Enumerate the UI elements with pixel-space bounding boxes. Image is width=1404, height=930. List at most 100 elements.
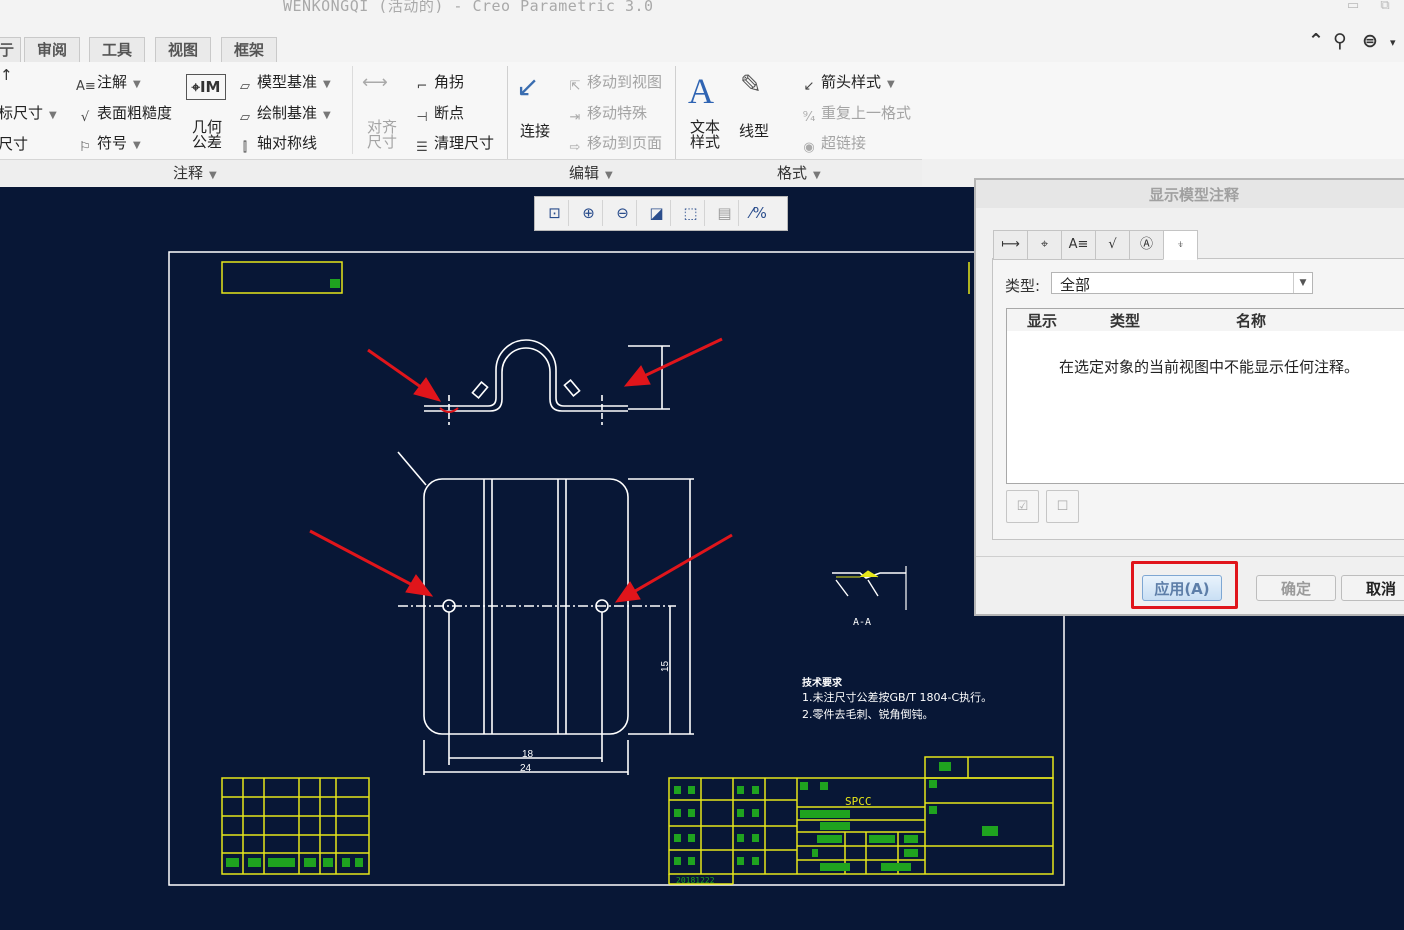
tab-symbol-icon[interactable]: Ⓐ — [1129, 230, 1164, 260]
type-select[interactable]: 全部 ▼ — [1051, 272, 1313, 294]
geometric-tolerance-button[interactable]: 几何公差 — [190, 120, 224, 150]
column-name[interactable]: 名称 — [1173, 309, 1330, 331]
breakpoint-label: 断点 — [434, 104, 465, 122]
move-special-icon: ⇥ — [569, 110, 581, 125]
axis-symmetry-button[interactable]: ⫿ 轴对称线 — [236, 132, 317, 157]
cleanup-dimension-icon: ☰ — [416, 140, 428, 155]
tab-review[interactable]: 审阅 — [24, 37, 81, 62]
zoom-out-icon[interactable]: ⊖ — [609, 200, 637, 226]
connect-button[interactable]: 连接 — [520, 120, 550, 141]
repeat-last-format-button[interactable]: ⁹⁄₄ 重复上一格式 — [800, 102, 911, 127]
move-to-view-button[interactable]: ⇱ 移动到视图 — [566, 71, 662, 96]
axis-symmetry-label: 轴对称线 — [257, 134, 318, 152]
search-icon[interactable]: ⚲ — [1333, 30, 1347, 52]
dim-15: 15 — [660, 660, 671, 672]
tab-datum-icon[interactable]: ⍖ — [1163, 230, 1198, 260]
hyperlink-button[interactable]: ◉ 超链接 — [800, 132, 866, 157]
hyperlink-label: 超链接 — [821, 134, 867, 152]
annotation-display-icon[interactable]: ⁄% — [745, 200, 772, 226]
help-icon[interactable]: ⊜ — [1362, 30, 1378, 52]
hyperlink-icon: ◉ — [803, 140, 815, 155]
reference-dimension-label: 尺寸 — [0, 135, 29, 153]
note-label: 注解 — [97, 73, 128, 91]
tab-view[interactable]: 视图 — [155, 37, 212, 62]
corner-button[interactable]: ⌐ 角拐 — [413, 71, 464, 96]
sheet-icon[interactable]: ▤ — [711, 200, 739, 226]
group-annotate[interactable]: 注释 ▼ — [173, 162, 217, 183]
refit-icon[interactable]: ⊡ — [541, 200, 569, 226]
dialog-tab-panel: 显示 类型 名称 在选定对象的当前视图中不能显示任何注释。 类型: 全部 ▼ ☑… — [992, 258, 1404, 540]
text-style-icon: A — [688, 71, 714, 111]
chevron-down-icon[interactable]: ▼ — [1293, 273, 1312, 293]
type-label: 类型: — [1005, 277, 1041, 295]
text-style-button[interactable]: 文本样式 — [690, 120, 720, 150]
column-type[interactable]: 类型 — [1077, 309, 1174, 331]
sheet-border — [168, 251, 1065, 886]
section-view — [832, 566, 907, 610]
repeat-format-icon: ⁹⁄₄ — [802, 110, 816, 125]
model-datum-button[interactable]: ▱ 模型基准 ▼ — [236, 71, 331, 96]
title-block — [668, 756, 1054, 885]
move-to-page-button[interactable]: ⇨ 移动到页面 — [566, 132, 662, 157]
note-button[interactable]: A≡注解 ▼ — [76, 71, 141, 96]
tab-partial[interactable]: 亍 — [0, 37, 22, 62]
move-to-view-icon: ⇱ — [569, 79, 581, 94]
group-format[interactable]: 格式 ▼ — [777, 162, 821, 183]
window-title: WENKONGQI (活动的) - Creo Parametric 3.0 — [283, 0, 654, 15]
minimize-icon[interactable]: ▭ — [1344, 0, 1362, 13]
zoom-in-icon[interactable]: ⊕ — [575, 200, 603, 226]
sketch-datum-label: 绘制基准 — [257, 104, 318, 122]
geometric-tolerance-icon: ⌖IM — [186, 74, 226, 100]
sketch-datum-icon: ▱ — [240, 110, 250, 125]
dim-18: 18 — [522, 749, 534, 760]
partial-icon: ↑ — [0, 66, 13, 84]
move-special-label: 移动特殊 — [587, 104, 648, 122]
select-all-icon[interactable]: ☑ — [1006, 490, 1039, 523]
surface-finish-button[interactable]: √ 表面粗糙度 — [76, 102, 172, 127]
surface-finish-label: 表面粗糙度 — [97, 104, 173, 122]
collapse-ribbon-icon[interactable]: ⌃ — [1308, 30, 1324, 52]
tab-frame[interactable]: 框架 — [221, 37, 278, 62]
column-show[interactable]: 显示 — [1007, 309, 1078, 331]
align-dimension-button[interactable]: 对齐尺寸 — [366, 120, 398, 150]
deselect-all-icon[interactable]: ☐ — [1046, 490, 1079, 523]
symbol-icon: ⚐ — [79, 140, 91, 155]
repaint-icon[interactable]: ◪ — [643, 200, 671, 226]
connect-icon: ↙ — [516, 70, 540, 103]
display-style-icon[interactable]: ⬚ — [677, 200, 705, 226]
move-to-view-label: 移动到视图 — [587, 73, 663, 91]
symbol-label: 符号 — [97, 134, 128, 152]
group-edit[interactable]: 编辑 ▼ — [569, 162, 613, 183]
tab-dimension-icon[interactable]: ⟼ — [993, 230, 1028, 260]
cancel-button[interactable]: 取消 — [1341, 575, 1404, 601]
tab-tools[interactable]: 工具 — [89, 37, 146, 62]
ok-button[interactable]: 确定 — [1256, 575, 1336, 601]
arrow-style-icon: ↙ — [803, 79, 815, 94]
move-special-button[interactable]: ⇥ 移动特殊 — [566, 102, 647, 127]
reference-dimension-button[interactable]: 尺寸 — [0, 133, 28, 154]
symbol-button[interactable]: ⚐ 符号 ▼ — [76, 132, 141, 157]
arrow-style-button[interactable]: ↙ 箭头样式 ▼ — [800, 71, 895, 96]
cleanup-dimension-button[interactable]: ☰ 清理尺寸 — [413, 132, 494, 157]
group-annotate-label: 注释 — [173, 164, 204, 182]
line-style-button[interactable]: 线型 — [739, 120, 769, 141]
restore-icon[interactable]: ⧉ — [1376, 0, 1394, 13]
ordinate-dimension-button[interactable]: 标尺寸 ▼ — [0, 102, 57, 123]
front-view-plate — [397, 451, 694, 775]
ribbon-divider — [352, 66, 353, 154]
breakpoint-button[interactable]: ⊣ 断点 — [413, 102, 464, 127]
note-line-2: 2.零件去毛刺、锐角倒钝。 — [802, 707, 934, 721]
sketch-datum-button[interactable]: ▱ 绘制基准 ▼ — [236, 102, 331, 127]
drawing-number-fill — [330, 279, 340, 288]
help-dropdown-icon[interactable]: ▾ — [1390, 36, 1396, 49]
tab-surface-finish-icon[interactable]: √ — [1095, 230, 1130, 260]
group-format-label: 格式 — [777, 164, 808, 182]
line-style-icon: ✎ — [740, 70, 762, 100]
tab-gtol-icon[interactable]: ⌖ — [1027, 230, 1062, 260]
section-label: A-A — [853, 617, 871, 628]
tab-note-icon[interactable]: A≡ — [1061, 230, 1096, 260]
move-to-page-label: 移动到页面 — [587, 134, 663, 152]
corner-label: 角拐 — [434, 73, 465, 91]
dialog-divider — [976, 556, 1404, 557]
annotation-list[interactable]: 显示 类型 名称 在选定对象的当前视图中不能显示任何注释。 — [1006, 308, 1404, 484]
